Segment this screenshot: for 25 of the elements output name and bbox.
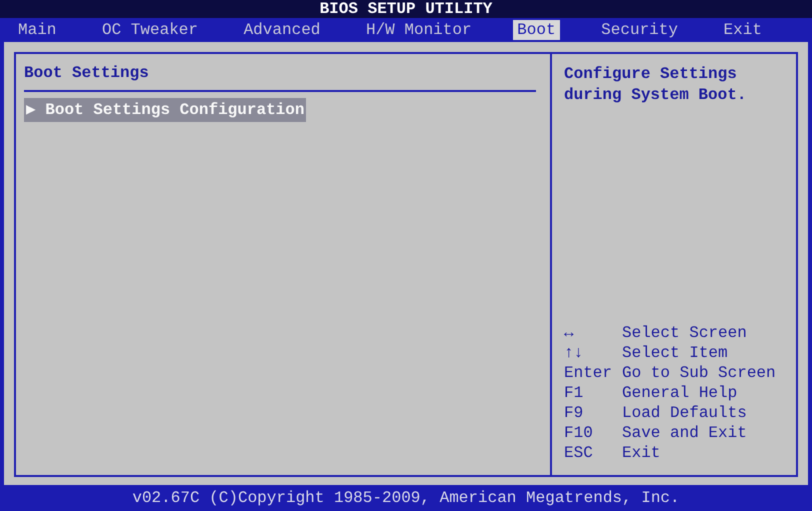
key-action: Go to Sub Screen xyxy=(622,363,776,383)
menu-tab[interactable]: Advanced xyxy=(240,20,324,40)
panel-title: Boot Settings xyxy=(24,63,150,84)
key-action: Select Item xyxy=(622,343,728,363)
menu-tab[interactable]: Boot xyxy=(513,20,560,40)
key-label: Enter xyxy=(564,363,614,383)
key-action: Select Screen xyxy=(622,323,747,343)
key-label: F1 xyxy=(564,383,584,403)
key-label: ↔ xyxy=(564,323,575,343)
menu-tab[interactable]: Security xyxy=(597,20,682,40)
key-label: ↑↓ xyxy=(564,343,584,363)
key-action: General Help xyxy=(622,383,738,403)
key-action: Exit xyxy=(622,443,660,463)
key-label: F10 xyxy=(564,423,594,443)
menu-tab[interactable]: Main xyxy=(14,20,60,40)
key-label: F9 xyxy=(564,403,584,423)
menu-tab[interactable]: H/W Monitor xyxy=(362,20,476,40)
key-action: Save and Exit xyxy=(622,423,747,443)
menu-tab[interactable]: OC Tweaker xyxy=(98,20,202,40)
menu-tab[interactable]: Exit xyxy=(720,20,766,40)
help-text: Configure Settings during System Boot. xyxy=(564,64,748,106)
window-title: BIOS SETUP UTILITY xyxy=(318,0,494,18)
key-label: ESC xyxy=(564,443,594,463)
copyright-text: v02.67C (C)Copyright 1985-2009, American Megatrends, Inc. xyxy=(132,488,680,509)
key-action: Load Defaults xyxy=(622,403,747,423)
